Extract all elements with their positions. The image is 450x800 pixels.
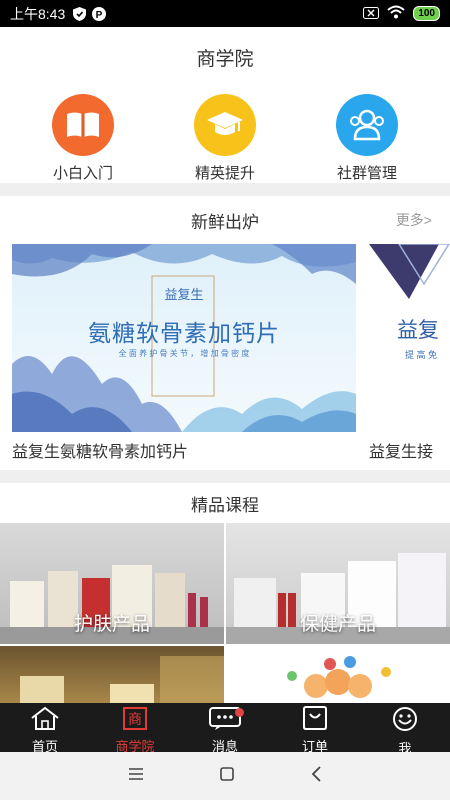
course-card-3[interactable] bbox=[0, 646, 224, 703]
tab-orders[interactable]: 订单 bbox=[270, 703, 360, 754]
graduation-cap-icon bbox=[194, 94, 256, 156]
nav-label: 精英提升 bbox=[194, 165, 255, 182]
home-button-icon[interactable] bbox=[219, 766, 235, 787]
course-card-4[interactable] bbox=[226, 646, 450, 703]
shield-icon bbox=[73, 6, 87, 21]
tab-me[interactable]: 我 bbox=[360, 703, 450, 756]
battery-indicator: 100 bbox=[413, 6, 440, 21]
menu-icon[interactable] bbox=[128, 767, 144, 785]
bottom-tab-bar: 首页 商 商学院 消息 订单 我 bbox=[0, 703, 450, 756]
sim-off-icon bbox=[363, 6, 380, 22]
status-bar: 上午8:43 P 100 bbox=[0, 0, 450, 27]
group-icon bbox=[336, 94, 398, 156]
page-title: 商学院 bbox=[0, 27, 450, 87]
fresh-section: 新鲜出炉 更多> 益复生 氨糖软骨素加钙片 全 面 养 护 骨 关 节 ， 增 … bbox=[0, 196, 450, 470]
p-app-icon: P bbox=[92, 6, 107, 21]
banner2-tagline: 提 高 免 bbox=[405, 350, 438, 360]
message-badge bbox=[235, 708, 244, 717]
category-nav: 小白入门 精英提升 社群管理 bbox=[0, 87, 450, 183]
nav-item-elite[interactable]: 精英提升 bbox=[165, 87, 285, 183]
course-card-skincare[interactable]: 护肤产品 bbox=[0, 523, 224, 644]
banner-brand: 益复生 bbox=[164, 287, 204, 302]
section-title: 精品课程 bbox=[191, 496, 259, 515]
nav-label: 社群管理 bbox=[336, 165, 397, 182]
banner-image-2[interactable]: 益复 提 高 免 bbox=[369, 244, 450, 432]
academy-icon: 商 bbox=[122, 706, 148, 735]
banner-caption: 益复生接 bbox=[369, 444, 434, 461]
banner2-brand: 益复 bbox=[397, 319, 439, 342]
section-title: 新鲜出炉 bbox=[191, 213, 259, 232]
more-link[interactable]: 更多> bbox=[396, 210, 432, 230]
tab-messages[interactable]: 消息 bbox=[180, 703, 270, 754]
nav-item-beginner[interactable]: 小白入门 bbox=[23, 87, 143, 183]
bag-icon bbox=[301, 706, 329, 735]
banner-tagline: 全 面 养 护 骨 关 节 ， 增 加 骨 密 度 bbox=[118, 349, 250, 358]
nav-item-community[interactable]: 社群管理 bbox=[307, 87, 427, 183]
status-time: 上午8:43 bbox=[10, 5, 66, 22]
banner-image[interactable]: 益复生 氨糖软骨素加钙片 全 面 养 护 骨 关 节 ， 增 加 骨 密 度 bbox=[12, 244, 356, 432]
svg-text:商: 商 bbox=[128, 712, 142, 728]
smiley-icon bbox=[392, 706, 418, 737]
back-icon[interactable] bbox=[310, 765, 322, 787]
book-icon bbox=[52, 94, 114, 156]
course-card-health[interactable]: 保健产品 bbox=[226, 523, 450, 644]
wifi-icon bbox=[387, 5, 405, 22]
svg-text:P: P bbox=[96, 10, 103, 21]
banner-headline: 氨糖软骨素加钙片 bbox=[88, 320, 280, 346]
course-label: 保健产品 bbox=[299, 614, 376, 635]
courses-section: 精品课程 护肤产品 保健产品 bbox=[0, 483, 450, 703]
tab-home[interactable]: 首页 bbox=[0, 703, 90, 754]
nav-label: 小白入门 bbox=[52, 165, 113, 182]
banner-caption: 益复生氨糖软骨素加钙片 bbox=[12, 444, 189, 461]
course-label: 护肤产品 bbox=[73, 614, 150, 635]
home-icon bbox=[30, 706, 60, 735]
tab-academy[interactable]: 商 商学院 bbox=[90, 703, 180, 754]
system-navigation-bar bbox=[0, 752, 450, 800]
